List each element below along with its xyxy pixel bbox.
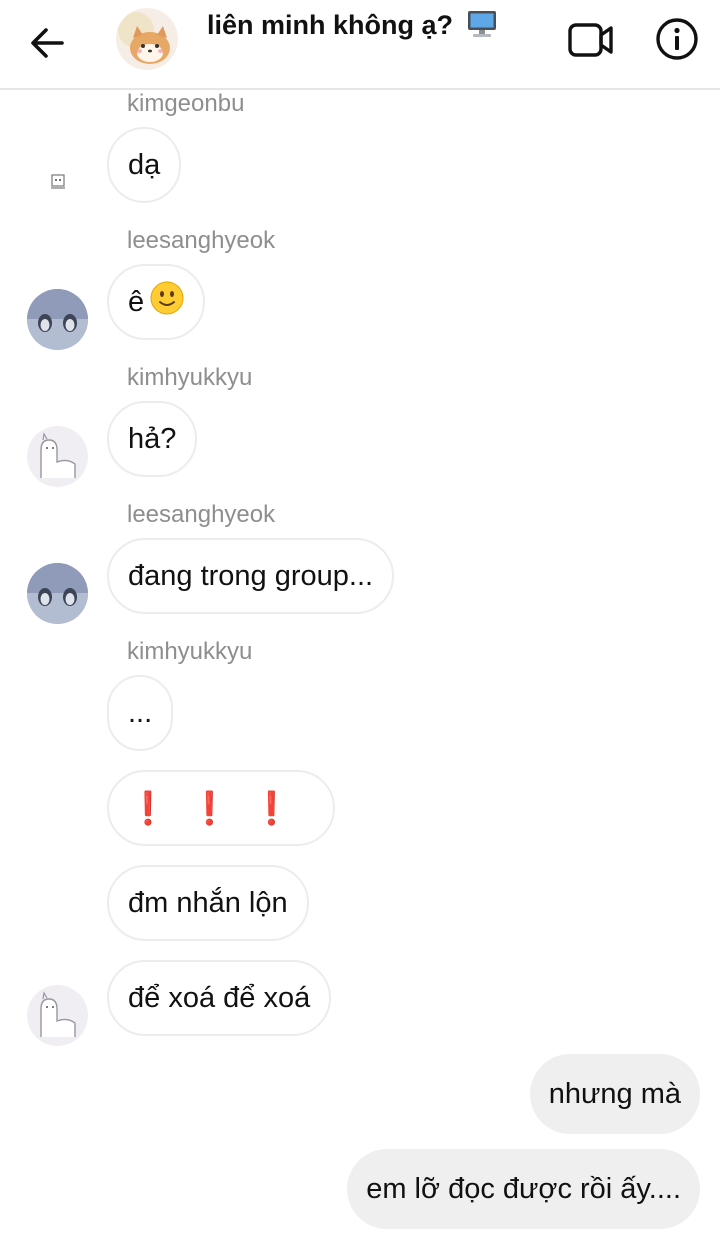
outgoing-message-bubble[interactable]: nhưng mà — [529, 1054, 700, 1134]
message-text: ❗❗❗ — [128, 790, 314, 826]
message-bubble[interactable]: ... — [107, 675, 174, 751]
arrow-left-icon[interactable] — [26, 22, 68, 64]
message-bubble[interactable]: ê — [107, 264, 206, 340]
slightly-smiling-face-icon — [150, 281, 184, 323]
desktop-computer-icon — [467, 10, 497, 45]
outgoing-message-bubble[interactable]: em lỡ đọc được rồi ấy.... — [347, 1149, 700, 1229]
video-camera-icon[interactable] — [567, 20, 615, 60]
alpaca-avatar[interactable] — [27, 985, 88, 1046]
message-text: ... — [128, 696, 153, 729]
sender-name: kimhyukkyu — [127, 364, 253, 391]
chat-header: liên minh không ạ? — [0, 0, 720, 90]
alpaca-avatar[interactable] — [27, 426, 88, 487]
message-text: nhưng mà — [548, 1077, 681, 1110]
small-character-icon[interactable] — [48, 171, 68, 191]
chat-title-text: liên minh không ạ? — [207, 10, 454, 40]
message-text: dạ — [128, 148, 161, 181]
message-bubble[interactable]: đang trong group... — [107, 538, 395, 614]
chat-title: liên minh không ạ? — [207, 10, 497, 45]
message-text: hả? — [128, 422, 177, 455]
message-text: ê — [128, 285, 145, 318]
message-bubble[interactable]: để xoá để xoá — [107, 960, 332, 1036]
message-bubble[interactable]: ❗❗❗ — [107, 770, 335, 846]
penguins-avatar[interactable] — [27, 289, 88, 350]
sender-name: leesanghyeok — [127, 227, 276, 254]
info-icon[interactable] — [655, 17, 699, 61]
message-text: đm nhắn lộn — [128, 886, 288, 919]
penguins-avatar[interactable] — [27, 563, 88, 624]
message-text: để xoá để xoá — [128, 981, 311, 1014]
message-bubble[interactable]: dạ — [107, 127, 182, 203]
message-bubble[interactable]: đm nhắn lộn — [107, 865, 309, 941]
group-avatar[interactable] — [116, 8, 178, 70]
message-text: đang trong group... — [128, 559, 374, 592]
message-bubble[interactable]: hả? — [107, 401, 198, 477]
sender-name: kimhyukkyu — [127, 638, 253, 665]
message-text: em lỡ đọc được rồi ấy.... — [366, 1172, 681, 1205]
sender-name: kimgeonbu — [127, 90, 245, 117]
sender-name: leesanghyeok — [127, 501, 276, 528]
